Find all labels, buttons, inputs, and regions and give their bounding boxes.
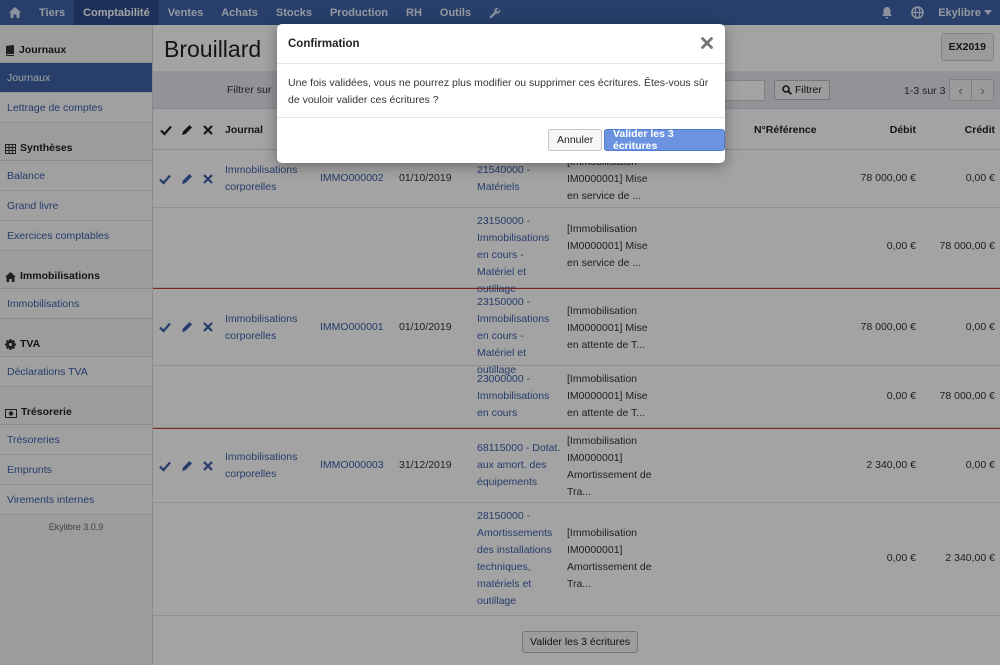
- modal-message: Une fois validées, vous ne pourrez plus …: [277, 64, 725, 118]
- modal-title: Confirmation: [288, 38, 360, 50]
- close-icon[interactable]: [700, 36, 714, 50]
- modal-header: Confirmation: [277, 24, 725, 64]
- confirm-validate-button[interactable]: Valider les 3 écritures: [604, 128, 725, 152]
- cancel-button[interactable]: Annuler: [548, 129, 603, 151]
- modal-footer: Annuler Valider les 3 écritures: [277, 118, 725, 162]
- confirmation-modal: Confirmation Une fois validées, vous ne …: [277, 24, 725, 163]
